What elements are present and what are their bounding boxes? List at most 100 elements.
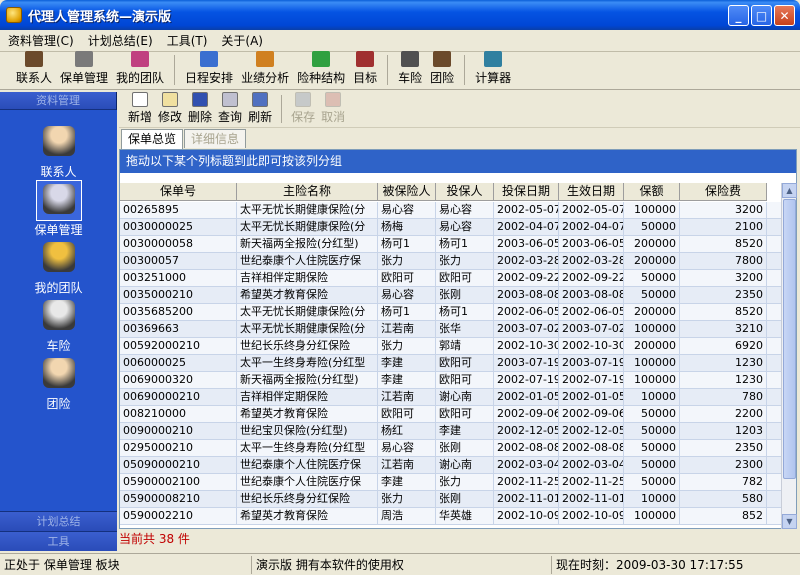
toolbar-button-car-insurance[interactable]: 车险 (394, 51, 426, 89)
table-row[interactable]: 0090000210 世纪宝贝保险(分红型) 杨红 李建 2002-12-05 2002-… (120, 423, 783, 440)
edit-button[interactable]: 修改 (155, 92, 185, 127)
toolbar-separator (464, 55, 466, 85)
maximize-button[interactable]: □ (751, 5, 772, 26)
calculator-icon (484, 51, 503, 67)
toolbar-button-contacts[interactable]: 联系人 (12, 51, 56, 89)
toolbar-button-team[interactable]: 我的团队 (112, 51, 168, 89)
table-cell: 0035685200 (120, 304, 237, 321)
group-by-area[interactable]: 拖动以下某个列标题到此即可按该列分组 (120, 150, 796, 173)
pie-chart-icon (312, 51, 331, 67)
column-header[interactable]: 被保险人 (378, 183, 436, 201)
table-row[interactable]: 05900002100 世纪泰康个人住院医疗保 李建 张力 2002-11-25 2002… (120, 474, 783, 491)
table-cell: 2002-04-07 (559, 219, 624, 236)
sidebar-item-car-insurance[interactable]: 车险 (0, 296, 117, 354)
sidebar-item-label: 联系人 (40, 165, 77, 179)
vertical-scrollbar[interactable]: ▲ ▼ (781, 183, 797, 529)
table-row[interactable]: 0030000025 太平无忧长期健康保险(分 杨梅 易心容 2002-04-07 200… (120, 219, 783, 236)
close-button[interactable]: ✕ (774, 5, 795, 26)
table-row[interactable]: 0035685200 太平无忧长期健康保险(分 杨可1 杨可1 2002-06-05 20… (120, 304, 783, 321)
minimize-button[interactable]: _ (728, 5, 749, 26)
toolbar-button-group-insurance[interactable]: 团险 (426, 51, 458, 89)
table-cell: 50000 (624, 474, 680, 491)
toolbar-button-policy-tools[interactable]: 保单管理 (56, 51, 112, 89)
sidebar-item-group-insurance[interactable]: 团险 (0, 354, 117, 412)
toolbar-button-label: 车险 (398, 71, 423, 85)
toolbar-button-calculator[interactable]: 计算器 (471, 51, 515, 89)
table-row[interactable]: 0295000210 太平一生终身寿险(分红型 易心容 张刚 2002-08-08 200… (120, 440, 783, 457)
column-header[interactable]: 生效日期 (559, 183, 624, 201)
table-cell: 欧阳可 (436, 270, 494, 287)
button-label: 取消 (321, 110, 346, 124)
sidebar-item-label: 我的团队 (34, 281, 83, 295)
table-cell: 张力 (436, 253, 494, 270)
sidebar-section-tools[interactable]: 工具 (0, 531, 117, 551)
button-label: 新增 (128, 110, 153, 124)
cancel-button[interactable]: 取消 (318, 92, 348, 127)
table-cell: 6920 (680, 338, 767, 355)
new-button[interactable]: 新增 (125, 92, 155, 127)
scroll-thumb[interactable] (783, 199, 796, 479)
record-toolbar: 新增 修改 删除 查询 刷新 保存 取消 (119, 92, 800, 128)
toolbar-button-label: 计算器 (475, 71, 512, 85)
table-row[interactable]: 05900008210 世纪长乐终身分红保险 张力 张刚 2002-11-01 2002-… (120, 491, 783, 508)
table-row[interactable]: 00592000210 世纪长乐终身分红保险 张力 郭靖 2002-10-30 2002-… (120, 338, 783, 355)
table-cell: 易心容 (378, 287, 436, 304)
column-header[interactable]: 保险费 (680, 183, 767, 201)
table-row[interactable]: 008210000 希望英才教育保险 欧阳可 欧阳可 2002-09-06 2002-09… (120, 406, 783, 423)
table-row[interactable]: 003251000 吉祥相伴定期保险 欧阳可 欧阳可 2002-09-22 2002-09… (120, 270, 783, 287)
table-row[interactable]: 0590002210 希望英才教育保险 周浩 华英雄 2002-10-09 2002-10… (120, 508, 783, 525)
table-cell: 世纪泰康个人住院医疗保 (237, 474, 378, 491)
refresh-button[interactable]: 刷新 (245, 92, 275, 127)
table-row[interactable]: 00369663 太平无忧长期健康保险(分 江若南 张华 2003-07-02 2003-… (120, 321, 783, 338)
sidebar-item-contacts[interactable]: 联系人 (0, 122, 117, 180)
table-row[interactable]: 0069000320 新天福两全报险(分红型) 李建 欧阳可 2002-07-19 200… (120, 372, 783, 389)
table-row[interactable]: 006000025 太平一生终身寿险(分红型 李建 欧阳可 2003-07-19 2003… (120, 355, 783, 372)
sidebar-item-team[interactable]: 我的团队 (0, 238, 117, 296)
sidebar-section-plan[interactable]: 计划总结 (0, 511, 117, 531)
save-button[interactable]: 保存 (288, 92, 318, 127)
table-cell: 200000 (624, 253, 680, 270)
table-cell: 2002-01-05 (494, 389, 559, 406)
table-cell: 2002-10-09 (559, 508, 624, 525)
sidebar-header[interactable]: 资料管理 (0, 92, 116, 110)
table-cell: 张力 (436, 474, 494, 491)
table-cell: 00690000210 (120, 389, 237, 406)
toolbar-button-bar-chart[interactable]: 业绩分析 (237, 51, 293, 89)
table-cell: 852 (680, 508, 767, 525)
table-row[interactable]: 0030000058 新天福两全报险(分红型) 杨可1 杨可1 2003-06-05 20… (120, 236, 783, 253)
scroll-up-button[interactable]: ▲ (782, 183, 797, 198)
table-cell: 李建 (378, 355, 436, 372)
table-cell: 华英雄 (436, 508, 494, 525)
delete-button[interactable]: 删除 (185, 92, 215, 127)
column-header[interactable]: 投保日期 (494, 183, 559, 201)
menu-data-management[interactable]: 资料管理(C) (8, 32, 74, 49)
toolbar-button-pie-chart[interactable]: 险种结构 (293, 51, 349, 89)
search-button[interactable]: 查询 (215, 92, 245, 127)
toolbar-button-books[interactable]: 目标 (349, 51, 381, 89)
column-header[interactable]: 主险名称 (237, 183, 378, 201)
menu-about[interactable]: 关于(A) (221, 32, 263, 49)
table-cell: 0590002210 (120, 508, 237, 525)
sidebar-icon-frame (36, 122, 82, 163)
table-row[interactable]: 05090000210 世纪泰康个人住院医疗保 江若南 谢心南 2002-03-04 20… (120, 457, 783, 474)
table-cell: 00592000210 (120, 338, 237, 355)
menu-plan-summary[interactable]: 计划总结(E) (88, 32, 153, 49)
sidebar-item-policy[interactable]: 保单管理 (0, 180, 117, 238)
title-bar[interactable]: 代理人管理系统—演示版 _ □ ✕ (0, 0, 800, 30)
tab-details[interactable]: 详细信息 (184, 129, 247, 148)
table-row[interactable]: 00265895 太平无忧长期健康保险(分 易心容 易心容 2002-05-07 2002… (120, 202, 783, 219)
column-header[interactable]: 保额 (624, 183, 680, 201)
toolbar-button-calendar[interactable]: 日程安排 (181, 51, 237, 89)
table-row[interactable]: 00690000210 吉祥相伴定期保险 江若南 谢心南 2002-01-05 2002-… (120, 389, 783, 406)
tab-policy-overview[interactable]: 保单总览 (121, 129, 184, 149)
scroll-down-button[interactable]: ▼ (782, 514, 797, 529)
menu-tools[interactable]: 工具(T) (167, 32, 208, 49)
table-row[interactable]: 0035000210 希望英才教育保险 易心容 张刚 2003-08-08 2003-08… (120, 287, 783, 304)
column-header[interactable]: 投保人 (436, 183, 494, 201)
table-cell: 2002-11-25 (494, 474, 559, 491)
table-cell: 2003-06-05 (559, 236, 624, 253)
column-header[interactable]: 保单号 (120, 183, 237, 201)
table-row[interactable]: 00300057 世纪泰康个人住院医疗保 张力 张力 2002-03-28 2002-03… (120, 253, 783, 270)
books-icon (356, 51, 375, 67)
table-cell: 张刚 (436, 440, 494, 457)
